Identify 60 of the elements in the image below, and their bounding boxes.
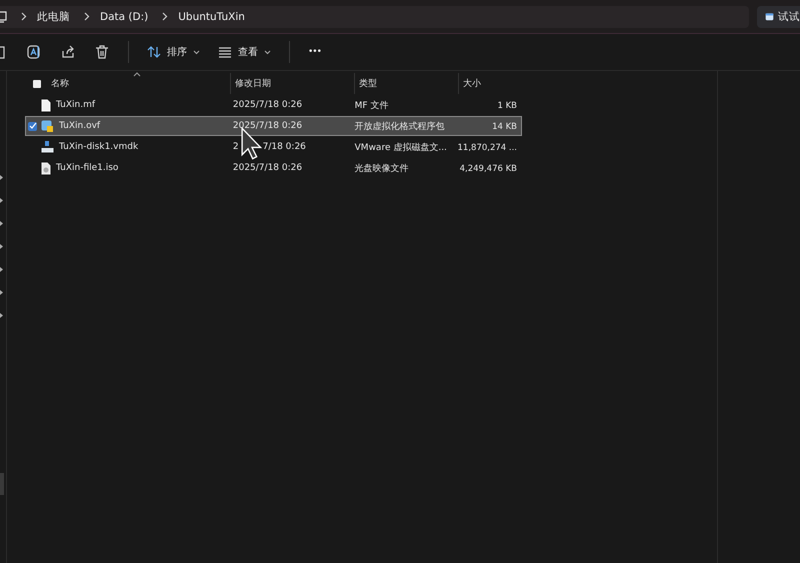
- caret-icon: [264, 50, 271, 54]
- disk-drive-icon: [41, 141, 54, 153]
- document-icon: [41, 98, 51, 112]
- expand-icon[interactable]: [0, 198, 3, 203]
- table-cell: 4,249,476 KB: [460, 164, 517, 174]
- table-cell: 11,870,274 ...: [458, 142, 517, 152]
- table-cell: 14 KB: [492, 122, 517, 132]
- table-cell: 7/18 0:26: [262, 142, 306, 152]
- file-row[interactable]: TuXin-file1.iso 2025/7/18 0:26 光盘映像文件 4,249,476 KB: [25, 158, 522, 178]
- list-view-icon: [218, 46, 232, 58]
- table-cell: 开放虚拟化格式程序包: [354, 122, 445, 132]
- file-name: TuXin-file1.iso: [56, 163, 118, 173]
- column-header[interactable]: 类型: [359, 77, 377, 90]
- table-cell: 2025/7/18 0:26: [232, 163, 302, 173]
- file-row[interactable]: TuXin.mf 2025/7/18 0:26 MF 文件 1 KB: [25, 95, 522, 115]
- expand-icon[interactable]: [0, 175, 3, 180]
- table-cell: 2025/7/18 0:26: [232, 100, 302, 110]
- file-row[interactable]: TuXin.ovf 2025/7/18 0:26 开放虚拟化格式程序包 14 KB: [25, 116, 522, 136]
- search-tab[interactable]: 试试: [757, 6, 800, 28]
- chevron-icon: [21, 12, 27, 21]
- mouse-cursor-icon: [240, 127, 264, 160]
- column-header[interactable]: 名称: [51, 77, 69, 90]
- chevron-icon: [162, 12, 168, 21]
- sort-caret-icon: [133, 72, 141, 77]
- breadcrumb-item[interactable]: UbuntuTuXin: [178, 10, 245, 22]
- table-cell: MF 文件: [354, 100, 388, 110]
- breadcrumb-item[interactable]: Data (D:): [100, 10, 148, 22]
- rename-icon[interactable]: [26, 44, 42, 60]
- expand-icon[interactable]: [0, 290, 3, 295]
- delete-icon[interactable]: [94, 44, 110, 60]
- expand-icon[interactable]: [0, 221, 3, 226]
- table-cell: VMware 虚拟磁盘文...: [354, 142, 447, 152]
- file-name: TuXin.ovf: [59, 121, 100, 131]
- file-name: TuXin.mf: [56, 100, 96, 110]
- sort-button[interactable]: 排序: [147, 45, 200, 59]
- table-cell: 1 KB: [497, 100, 517, 110]
- address-bar[interactable]: 此电脑 Data (D:) UbuntuTuXin: [0, 6, 749, 28]
- expand-icon[interactable]: [0, 244, 3, 249]
- caret-icon: [193, 50, 200, 54]
- scrollbar[interactable]: [0, 473, 4, 495]
- file-row[interactable]: TuXin-disk1.vmdk 2 7/18 0:26 VMware 虚拟磁盘文... 11,870,274 ...: [25, 137, 522, 157]
- expand-icon[interactable]: [0, 267, 3, 272]
- disc-image-icon: [41, 162, 51, 174]
- column-header[interactable]: 修改日期: [235, 77, 271, 90]
- breadcrumb-item[interactable]: 此电脑: [37, 10, 70, 24]
- monitor-icon: [0, 10, 8, 22]
- file-name: TuXin-disk1.vmdk: [59, 142, 138, 152]
- sort-icon: [147, 45, 161, 59]
- select-all-checkbox[interactable]: [33, 80, 41, 88]
- expand-icon[interactable]: [0, 313, 3, 318]
- table-cell: 光盘映像文件: [354, 164, 409, 174]
- column-header[interactable]: 大小: [463, 77, 481, 90]
- table-cell: 2025/7/18 0:26: [232, 121, 302, 131]
- share-icon[interactable]: [60, 44, 76, 60]
- chevron-icon: [84, 12, 90, 21]
- more-button[interactable]: •••: [308, 47, 321, 57]
- package-icon: [41, 120, 54, 132]
- checkbox[interactable]: [28, 122, 37, 130]
- table-cell: 2: [232, 142, 239, 152]
- view-button[interactable]: 查看: [218, 45, 271, 59]
